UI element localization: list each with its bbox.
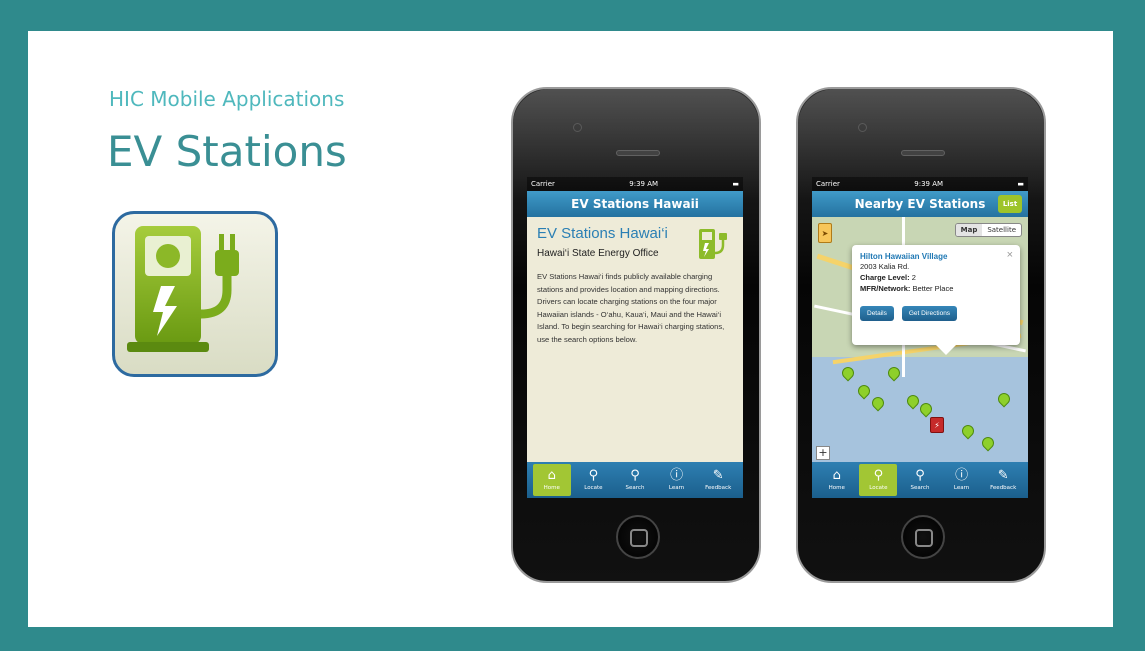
list-button[interactable]: List bbox=[998, 195, 1022, 213]
charge-level-row: Charge Level: 2 bbox=[860, 272, 1012, 283]
tab-label: Home bbox=[828, 485, 845, 491]
nav-bar: Nearby EV Stations List bbox=[812, 191, 1028, 217]
battery-icon: ▬ bbox=[1017, 180, 1024, 188]
camera-icon bbox=[858, 123, 867, 132]
map-type-toggle[interactable]: Map Satellite bbox=[954, 223, 1022, 237]
status-bar: Carrier 9:39 AM ▬ bbox=[812, 177, 1028, 191]
home-button[interactable] bbox=[901, 515, 945, 559]
slide-card: HIC Mobile Applications EV Stations Carr… bbox=[28, 31, 1113, 627]
carrier-label: Carrier bbox=[816, 180, 840, 188]
tab-bar: ⌂ Home ⚲ Locate ⚲ Search ⓘ Learn ✎ Feedb… bbox=[527, 462, 743, 498]
tab-search[interactable]: ⚲ Search bbox=[901, 464, 939, 496]
charging-station-icon bbox=[127, 226, 239, 352]
station-map[interactable]: ➤ Map Satellite ⚡ + × Hilton Hawaiian Vi… bbox=[812, 217, 1028, 462]
network-value: Better Place bbox=[912, 284, 954, 293]
station-popup: × Hilton Hawaiian Village 2003 Kalia Rd.… bbox=[852, 245, 1020, 355]
zoom-in-button[interactable]: + bbox=[816, 446, 830, 460]
tab-learn[interactable]: ⓘ Learn bbox=[658, 464, 696, 496]
station-name[interactable]: Hilton Hawaiian Village bbox=[860, 252, 1012, 261]
home-icon: ⌂ bbox=[547, 468, 556, 483]
org-name: Hawai‘i State Energy Office bbox=[537, 248, 659, 259]
tab-locate[interactable]: ⚲ Locate bbox=[859, 464, 898, 496]
tab-label: Locate bbox=[584, 485, 603, 491]
home-button[interactable] bbox=[616, 515, 660, 559]
selected-station-icon[interactable]: ⚡ bbox=[930, 417, 944, 433]
station-address: 2003 Kalia Rd. bbox=[860, 262, 910, 271]
slide-subtitle: HIC Mobile Applications bbox=[109, 87, 345, 111]
network-row: MFR/Network: Better Place bbox=[860, 283, 1012, 294]
map-toggle-satellite[interactable]: Satellite bbox=[982, 224, 1021, 236]
network-label: MFR/Network: bbox=[860, 284, 911, 293]
tab-search[interactable]: ⚲ Search bbox=[616, 464, 654, 496]
search-icon: ⚲ bbox=[630, 468, 640, 483]
phone-screen-map: Carrier 9:39 AM ▬ Nearby EV Stations Lis… bbox=[812, 177, 1028, 498]
edit-icon: ✎ bbox=[997, 468, 1009, 483]
popup-actions: Details Get Directions bbox=[860, 306, 1012, 321]
phone-mockup-home: Carrier 9:39 AM ▬ EV Stations Hawaii EV … bbox=[511, 87, 761, 583]
map-toggle-map[interactable]: Map bbox=[955, 224, 983, 236]
tab-home[interactable]: ⌂ Home bbox=[818, 464, 856, 496]
tab-label: Home bbox=[543, 485, 560, 491]
app-description: EV Stations Hawai‘i finds publicly avail… bbox=[537, 272, 725, 344]
camera-icon bbox=[573, 123, 582, 132]
tab-feedback[interactable]: ✎ Feedback bbox=[699, 464, 737, 496]
speaker-grille bbox=[901, 150, 945, 156]
status-bar: Carrier 9:39 AM ▬ bbox=[527, 177, 743, 191]
info-icon: ⓘ bbox=[955, 468, 969, 483]
tab-label: Feedback bbox=[705, 485, 732, 491]
details-button[interactable]: Details bbox=[860, 306, 894, 321]
get-directions-button[interactable]: Get Directions bbox=[901, 306, 958, 321]
speaker-grille bbox=[616, 150, 660, 156]
tab-locate[interactable]: ⚲ Locate bbox=[574, 464, 612, 496]
slide-title: EV Stations bbox=[107, 127, 347, 176]
close-icon[interactable]: × bbox=[1007, 249, 1013, 261]
nav-title: Nearby EV Stations bbox=[854, 197, 986, 211]
location-arrow-icon[interactable]: ➤ bbox=[818, 223, 832, 243]
phone-mockup-map: Carrier 9:39 AM ▬ Nearby EV Stations Lis… bbox=[796, 87, 1046, 583]
status-time: 9:39 AM bbox=[629, 180, 659, 188]
home-content: EV Stations Hawai‘i Hawai‘i State Energy… bbox=[527, 217, 743, 462]
ev-stations-app-icon bbox=[112, 211, 278, 377]
charge-level-value: 2 bbox=[911, 273, 916, 282]
edit-icon: ✎ bbox=[712, 468, 724, 483]
nav-bar: EV Stations Hawaii bbox=[527, 191, 743, 217]
tab-label: Feedback bbox=[990, 485, 1017, 491]
nav-title: EV Stations Hawaii bbox=[571, 197, 699, 211]
tab-label: Locate bbox=[869, 485, 888, 491]
phone-screen-home: Carrier 9:39 AM ▬ EV Stations Hawaii EV … bbox=[527, 177, 743, 498]
info-icon: ⓘ bbox=[670, 468, 684, 483]
charge-level-label: Charge Level: bbox=[860, 273, 910, 282]
pin-icon: ⚲ bbox=[588, 468, 599, 483]
carrier-label: Carrier bbox=[531, 180, 555, 188]
search-icon: ⚲ bbox=[915, 468, 925, 483]
tab-feedback[interactable]: ✎ Feedback bbox=[984, 464, 1022, 496]
battery-icon: ▬ bbox=[732, 180, 739, 188]
tab-learn[interactable]: ⓘ Learn bbox=[943, 464, 981, 496]
app-title: EV Stations Hawai‘i bbox=[537, 225, 668, 242]
tab-home[interactable]: ⌂ Home bbox=[532, 464, 571, 496]
home-icon: ⌂ bbox=[832, 468, 841, 483]
tab-label: Search bbox=[625, 485, 645, 491]
tab-bar: ⌂ Home ⚲ Locate ⚲ Search ⓘ Learn ✎ Feedb… bbox=[812, 462, 1028, 498]
tab-label: Search bbox=[910, 485, 930, 491]
charging-station-icon bbox=[699, 229, 727, 259]
tab-label: Learn bbox=[953, 485, 970, 491]
tab-label: Learn bbox=[668, 485, 685, 491]
pin-icon: ⚲ bbox=[873, 468, 884, 483]
status-time: 9:39 AM bbox=[914, 180, 944, 188]
